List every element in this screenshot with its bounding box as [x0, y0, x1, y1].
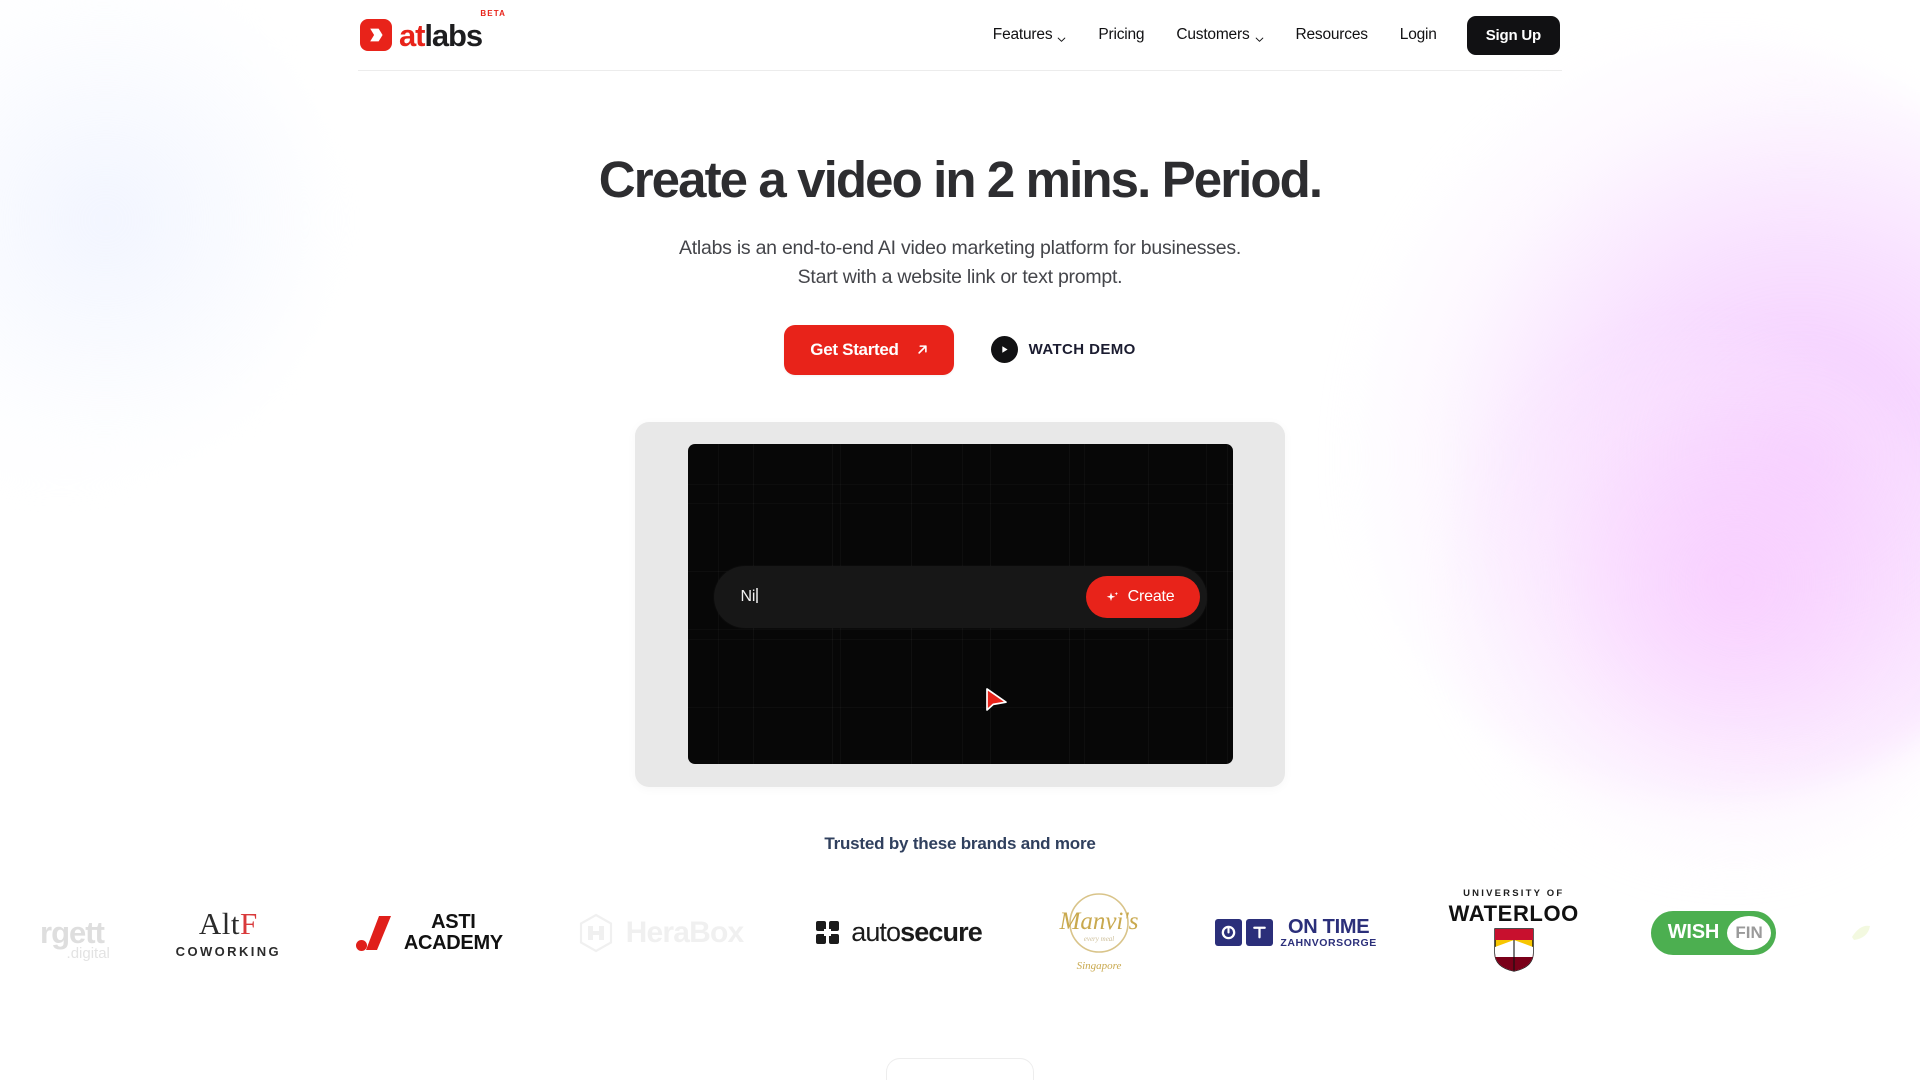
hero-subtitle-line-2: Start with a website link or text prompt… [797, 265, 1123, 288]
play-circle-icon [990, 336, 1018, 364]
mock-prompt-input[interactable]: Ni [741, 588, 1086, 606]
herabox-hex-icon [575, 912, 617, 954]
asti-secondary: ACADEMY [403, 931, 503, 954]
header-divider [358, 70, 1562, 71]
svg-text:every meal: every meal [1083, 935, 1114, 943]
waterloo-secondary: WATERLOO [1448, 900, 1579, 926]
nav-label-features: Features [992, 26, 1053, 43]
page-root: atlabs BETA Features Pricing Customers R… [0, 0, 1920, 1080]
autosecure-secondary: secure [900, 917, 983, 948]
nav-item-resources[interactable]: Resources [1280, 26, 1384, 44]
ontime-secondary: ZAHNVORSORGE [1280, 936, 1377, 949]
nav-label-resources: Resources [1295, 26, 1368, 43]
nav-label-login: Login [1399, 26, 1437, 43]
hero-section: Create a video in 2 mins. Period. Atlabs… [0, 70, 1920, 979]
hero-subtitle-line-1: Atlabs is an end-to-end AI video marketi… [678, 237, 1242, 260]
svg-text:Manvi's: Manvi's [1058, 908, 1138, 935]
hero-video-mock[interactable]: Ni Create [635, 421, 1285, 787]
svg-text:Singapore: Singapore [1076, 960, 1121, 972]
waterloo-shield-icon [1493, 928, 1535, 977]
nav-item-features[interactable]: Features [977, 26, 1083, 44]
main-navigation: Features Pricing Customers Resources Log… [977, 15, 1560, 55]
watch-demo-label: WATCH DEMO [1028, 341, 1136, 359]
ontime-mark-icon [1215, 919, 1274, 947]
atlabs-play-mark-icon [360, 19, 392, 51]
video-screen: Ni Create [687, 444, 1233, 765]
rgett-secondary: .digital [66, 945, 110, 963]
chevron-down-icon [1057, 31, 1066, 42]
brand-logo-autosecure: autosecure [815, 887, 983, 979]
brand-logo-rgett-digital: rgett .digital [40, 887, 110, 979]
brand-logo-partner [1848, 887, 1880, 979]
brand-logo-herabox: HeraBox [575, 887, 744, 979]
manvis-mark-icon: Manvi's every meal Singapore [1054, 889, 1144, 977]
brand-logo-manvis: Manvi's every meal Singapore [1054, 887, 1144, 979]
nav-label-pricing: Pricing [1098, 26, 1145, 43]
mock-create-label: Create [1127, 588, 1175, 606]
sign-up-button[interactable]: Sign Up [1466, 15, 1560, 55]
brand-logo-waterloo: UNIVERSITY OF WATERLOO [1449, 887, 1579, 979]
chevron-down-icon [1255, 31, 1264, 42]
site-header: atlabs BETA Features Pricing Customers R… [0, 0, 1920, 70]
brand-logo[interactable]: atlabs BETA [360, 9, 505, 53]
nav-label-customers: Customers [1176, 26, 1250, 43]
altf-primary: Alt [198, 905, 241, 941]
watch-demo-button[interactable]: WATCH DEMO [990, 336, 1136, 364]
altf-accent: F [240, 905, 258, 941]
mouse-pointer-icon [984, 687, 1010, 716]
wishfin-secondary: FIN [1727, 915, 1772, 950]
waterloo-primary: UNIVERSITY OF [1463, 887, 1565, 899]
brand-logo-altf-coworking: AltF COWORKING [176, 887, 281, 979]
sparkle-icon [1105, 590, 1120, 605]
video-frame: Ni Create [635, 421, 1285, 787]
page-title: Create a video in 2 mins. Period. [598, 151, 1323, 208]
brand-logo-asti-academy: ASTI ACADEMY [353, 887, 503, 979]
brand-logo-strip: rgett .digital AltF COWORKING ASTI ACADE… [0, 887, 1920, 979]
hero-cta-group: Get Started WATCH DEMO [0, 324, 1920, 375]
next-section-peek [886, 1058, 1034, 1080]
brand-word-labs: labs [424, 17, 483, 53]
asti-mark-icon [353, 912, 395, 954]
trusted-heading: Trusted by these brands and more [824, 833, 1096, 853]
asti-primary: ASTI [431, 911, 476, 934]
partner-leaf-icon [1848, 920, 1874, 946]
nav-item-pricing[interactable]: Pricing [1082, 26, 1160, 44]
brand-logo-on-time: ON TIME ZAHNVORSORGE [1215, 887, 1376, 979]
get-started-label: Get Started [810, 339, 899, 359]
altf-secondary: COWORKING [175, 943, 282, 959]
arrow-up-right-icon [915, 342, 930, 357]
nav-item-customers[interactable]: Customers [1160, 26, 1279, 44]
autosecure-mark-icon [815, 920, 840, 945]
beta-badge: BETA [480, 9, 507, 18]
mock-create-button[interactable]: Create [1085, 576, 1200, 619]
autosecure-primary: auto [851, 917, 901, 948]
ontime-primary: ON TIME [1288, 916, 1370, 939]
mock-prompt-bar[interactable]: Ni Create [713, 566, 1207, 629]
brand-word-at: at [399, 17, 425, 53]
wishfin-primary: WISH [1667, 921, 1720, 944]
get-started-button[interactable]: Get Started [784, 324, 954, 375]
hero-subtitle: Atlabs is an end-to-end AI video marketi… [0, 234, 1920, 292]
nav-item-login[interactable]: Login [1384, 26, 1453, 44]
brand-logo-wishfin: WISH FIN [1650, 887, 1777, 979]
herabox-primary: HeraBox [625, 915, 745, 949]
